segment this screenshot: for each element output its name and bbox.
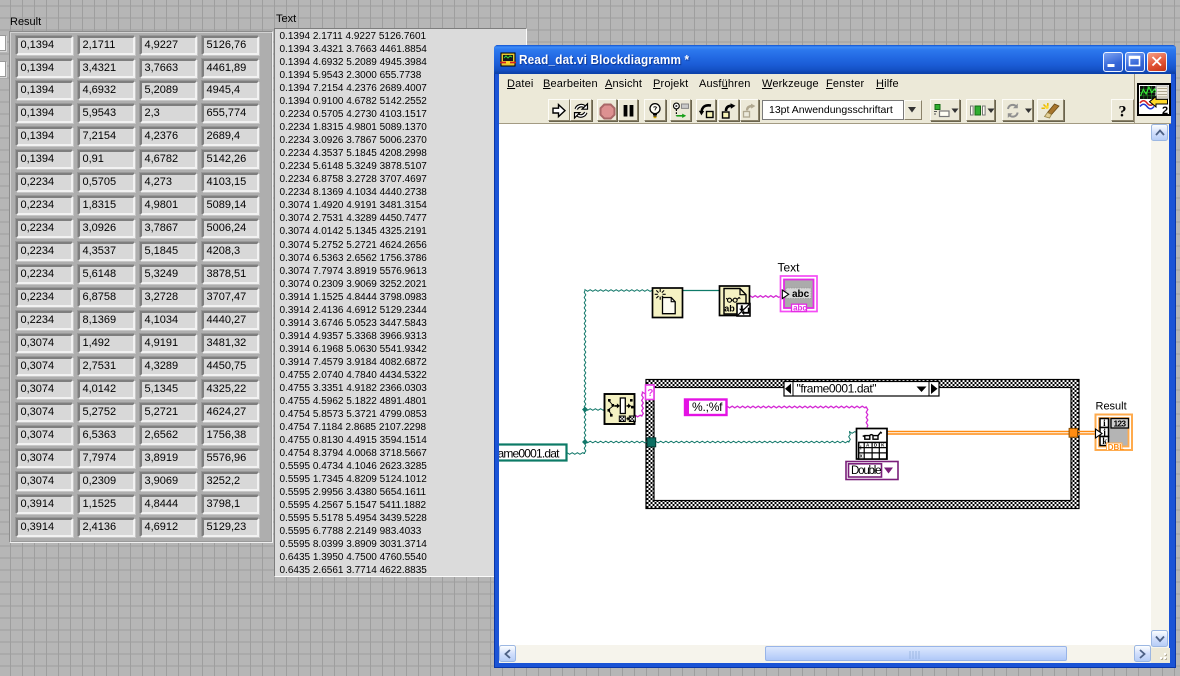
svg-text:x: x — [859, 454, 862, 460]
svg-text:ame0001.dat: ame0001.dat — [499, 447, 560, 461]
svg-text:?: ? — [1119, 103, 1127, 120]
svg-text:Result: Result — [1095, 401, 1126, 413]
svg-text:Double: Double — [851, 465, 882, 477]
svg-text:DBL: DBL — [1107, 443, 1124, 452]
svg-text:abc: abc — [793, 304, 807, 313]
svg-text:2: 2 — [1162, 105, 1168, 116]
svg-text:"frame0001.dat": "frame0001.dat" — [796, 382, 876, 396]
svg-text:ab: ab — [724, 304, 735, 314]
svg-text:%.;%f: %.;%f — [692, 400, 723, 414]
svg-text:abc: abc — [792, 289, 810, 300]
svg-text:?: ? — [647, 388, 653, 399]
svg-text:Text: Text — [777, 261, 800, 275]
svg-text:123: 123 — [1113, 418, 1126, 428]
